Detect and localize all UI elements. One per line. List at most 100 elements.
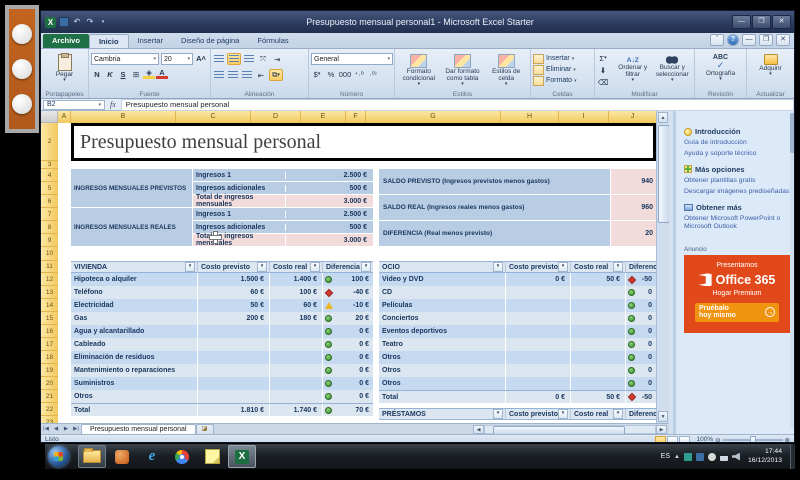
office365-ad[interactable]: Presentamos Office 365 Hogar Premium Pru… bbox=[684, 255, 790, 333]
diferencia-cell[interactable]: -10 € bbox=[323, 299, 373, 312]
summary-label-cell[interactable]: DIFERENCIA (Real menos previsto) bbox=[379, 221, 611, 246]
income-item-cell[interactable]: Ingresos 1 bbox=[193, 211, 286, 218]
row-header[interactable]: 13 bbox=[41, 286, 58, 299]
diferencia-cell[interactable]: 0 bbox=[626, 325, 656, 338]
cost-real-cell[interactable] bbox=[571, 325, 626, 338]
summary-row[interactable]: DIFERENCIA (Real menos previsto) 20 bbox=[379, 221, 656, 247]
cost-real-cell[interactable] bbox=[571, 338, 626, 351]
fx-icon[interactable]: fx bbox=[105, 100, 121, 109]
column-header[interactable]: H bbox=[501, 111, 559, 123]
cost-real-cell[interactable] bbox=[571, 351, 626, 364]
comma-icon[interactable]: 000 bbox=[339, 69, 351, 79]
total-previsto-cell[interactable]: 1.810 € bbox=[198, 404, 270, 416]
filter-dropdown-icon[interactable]: ▾ bbox=[310, 262, 320, 272]
cost-real-cell[interactable] bbox=[270, 390, 323, 403]
summary-value-cell[interactable]: 940 bbox=[611, 169, 656, 194]
pane-link[interactable]: Guía de introducción bbox=[684, 139, 790, 147]
show-desktop-button[interactable] bbox=[790, 444, 795, 469]
table-header-cell[interactable]: Diferencia ▾ bbox=[626, 262, 656, 272]
column-header[interactable]: D bbox=[251, 111, 301, 123]
table-row[interactable]: Cableado 0 € bbox=[71, 338, 373, 351]
spelling-button[interactable]: ABC✓ Ortografía▾ bbox=[697, 53, 744, 84]
formula-input[interactable]: Presupuesto mensual personal bbox=[121, 99, 794, 111]
cost-previsto-cell[interactable] bbox=[198, 325, 270, 338]
table-row[interactable]: Agua y alcantarillado 0 € bbox=[71, 325, 373, 338]
category-cell[interactable]: Hipoteca o alquiler bbox=[71, 273, 198, 286]
category-cell[interactable]: Video y DVD bbox=[379, 273, 506, 286]
bold-icon[interactable]: N bbox=[91, 69, 103, 79]
column-header[interactable]: A bbox=[58, 111, 71, 123]
pane-link[interactable]: Obtener Microsoft PowerPoint o Microsoft… bbox=[684, 215, 790, 232]
cost-previsto-cell[interactable] bbox=[198, 338, 270, 351]
qat-dropdown-icon[interactable]: ▾ bbox=[98, 17, 108, 27]
row-header[interactable]: 20 bbox=[41, 377, 58, 390]
cells-button[interactable]: Formato▾ bbox=[533, 75, 592, 86]
taskbar-explorer[interactable] bbox=[78, 445, 106, 468]
workbook-close-button[interactable]: ✕ bbox=[776, 34, 790, 46]
clock[interactable]: 17:44 16/12/2013 bbox=[748, 448, 782, 465]
diferencia-cell[interactable]: 0 bbox=[626, 286, 656, 299]
income-item-cell[interactable]: Ingresos 1 bbox=[193, 172, 286, 179]
table-header-cell[interactable]: Costo previsto ▾ bbox=[506, 262, 571, 272]
sheet-tab[interactable]: Presupuesto mensual personal bbox=[81, 424, 196, 435]
taskbar-sticky-notes[interactable] bbox=[198, 445, 226, 468]
row-header[interactable]: 9 bbox=[41, 234, 58, 247]
language-indicator[interactable]: ES bbox=[661, 453, 670, 460]
category-cell[interactable]: CD bbox=[379, 286, 506, 299]
diferencia-cell[interactable]: 0 € bbox=[323, 351, 373, 364]
zoom-out-icon[interactable]: ⊖ bbox=[715, 436, 720, 444]
column-header[interactable]: I bbox=[559, 111, 609, 123]
cost-real-cell[interactable]: 60 € bbox=[270, 299, 323, 312]
styles-button[interactable]: Dar formato como tabla▾ bbox=[441, 53, 485, 89]
fill-color-icon[interactable]: ◈ bbox=[143, 69, 155, 79]
income-row[interactable]: Ingresos 1 2.500 € bbox=[193, 169, 373, 182]
name-box[interactable]: B2▾ bbox=[43, 100, 105, 110]
cost-real-cell[interactable] bbox=[571, 299, 626, 312]
diferencia-cell[interactable]: 0 bbox=[626, 299, 656, 312]
border-icon[interactable]: ⊞ bbox=[130, 69, 142, 79]
table-row[interactable]: Hipoteca o alquiler 1.500 € 1.400 € 100 … bbox=[71, 273, 373, 286]
income-value-cell[interactable]: 2.500 € bbox=[286, 172, 373, 179]
table-header-cell[interactable]: PRÉSTAMOS ▾ bbox=[379, 409, 506, 419]
table-header-cell[interactable]: Diferencia ▾ bbox=[323, 262, 373, 272]
filter-dropdown-icon[interactable]: ▾ bbox=[613, 409, 623, 419]
column-header[interactable]: C bbox=[176, 111, 251, 123]
taskbar-chrome[interactable] bbox=[168, 445, 196, 468]
align-bottom-icon[interactable] bbox=[243, 54, 255, 64]
find-select-button[interactable]: Buscar y seleccionar▾ bbox=[653, 53, 693, 87]
diferencia-cell[interactable]: 100 € bbox=[323, 273, 373, 286]
redo-icon[interactable]: ↷ bbox=[85, 17, 95, 27]
table-row[interactable]: Otros 0 bbox=[379, 364, 656, 377]
row-header[interactable]: 3 bbox=[41, 161, 58, 169]
row-header[interactable]: 8 bbox=[41, 221, 58, 234]
diferencia-cell[interactable]: 0 bbox=[626, 312, 656, 325]
row-header[interactable]: 4 bbox=[41, 169, 58, 182]
column-header[interactable]: F bbox=[346, 111, 366, 123]
font-name-combo[interactable]: Cambria▾ bbox=[91, 53, 159, 65]
category-cell[interactable]: Suministros bbox=[71, 377, 198, 390]
summary-value-cell[interactable]: 960 bbox=[611, 195, 656, 220]
row-header[interactable]: 15 bbox=[41, 312, 58, 325]
diferencia-cell[interactable]: -50 bbox=[626, 273, 656, 286]
cells-button[interactable]: Eliminar▾ bbox=[533, 64, 592, 75]
cost-previsto-cell[interactable] bbox=[506, 312, 571, 325]
row-header[interactable]: 10 bbox=[41, 247, 58, 261]
summary-label-cell[interactable]: SALDO PREVISTO (Ingresos previstos menos… bbox=[379, 169, 611, 194]
row-header[interactable]: 17 bbox=[41, 338, 58, 351]
insert-worksheet-tab[interactable]: ◪ bbox=[196, 424, 214, 435]
next-sheet-icon[interactable]: ▶ bbox=[61, 426, 71, 432]
purchase-button[interactable]: Adquirir▾ bbox=[749, 53, 792, 79]
column-header[interactable]: B bbox=[71, 111, 176, 123]
cost-real-cell[interactable] bbox=[270, 364, 323, 377]
cost-real-cell[interactable] bbox=[571, 364, 626, 377]
diferencia-cell[interactable]: 0 bbox=[626, 364, 656, 377]
income-item-cell[interactable]: Ingresos adicionales bbox=[193, 224, 286, 231]
align-center-icon[interactable] bbox=[227, 70, 239, 80]
cost-previsto-cell[interactable] bbox=[506, 351, 571, 364]
diferencia-cell[interactable]: 0 bbox=[626, 377, 656, 390]
filter-dropdown-icon[interactable]: ▾ bbox=[558, 409, 568, 419]
total-previsto-cell[interactable]: 0 € bbox=[506, 391, 571, 403]
tray-icon[interactable] bbox=[684, 453, 692, 461]
zoom-thumb[interactable] bbox=[750, 436, 756, 444]
total-real-cell[interactable]: 1.740 € bbox=[270, 404, 323, 416]
